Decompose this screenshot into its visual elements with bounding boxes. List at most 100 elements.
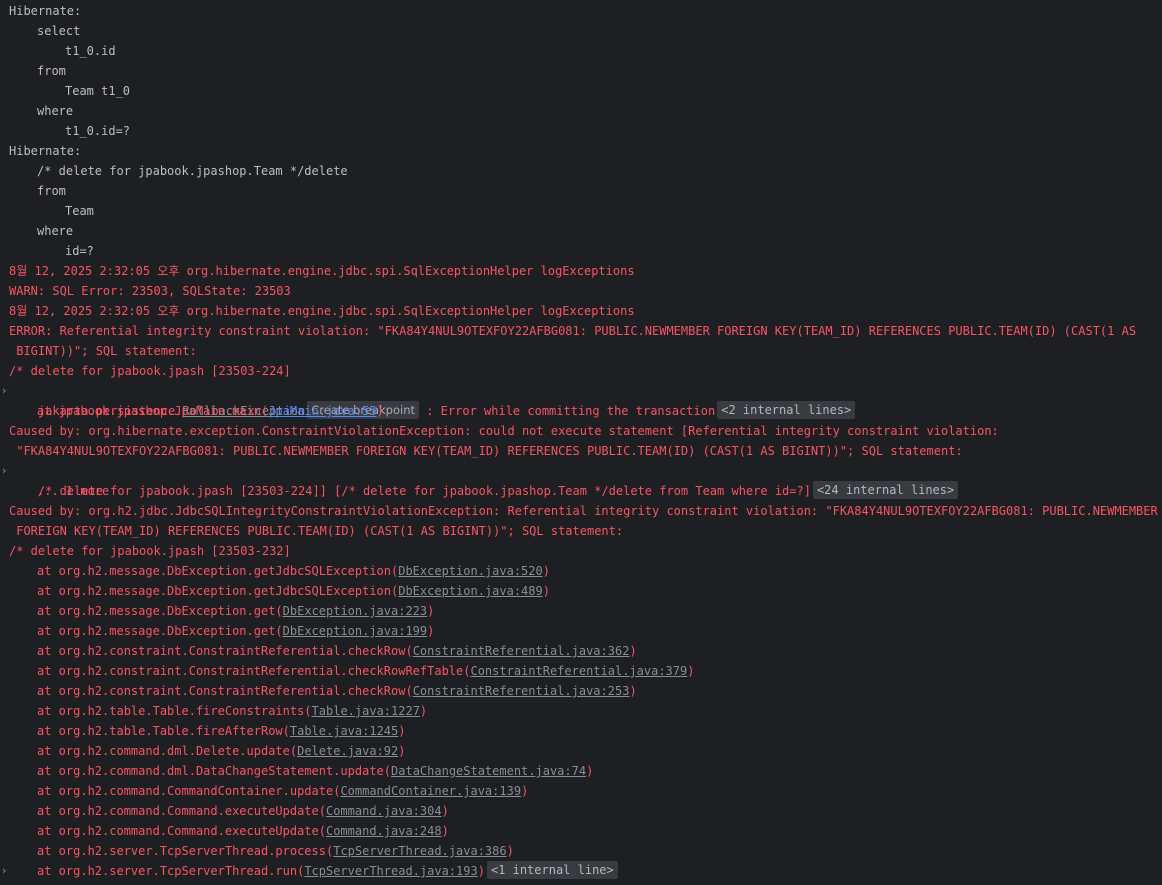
stack-frame-text: at org.h2.table.Table.fireAfterRow(: [37, 724, 290, 738]
source-link[interactable]: Command.java:248: [326, 824, 442, 838]
console-line: where: [37, 224, 74, 238]
stack-frame: › at org.h2.server.TcpServerThread.run(Tc…: [0, 861, 1162, 881]
console-line: Team t1_0: [65, 84, 131, 98]
log-error-line: BIGINT))"; SQL statement:: [9, 344, 197, 358]
stack-frame-paren: ): [687, 664, 695, 678]
stack-frame-text: at org.h2.message.DbException.getJdbcSQL…: [37, 564, 399, 578]
chevron-right-icon[interactable]: ›: [0, 461, 8, 481]
stack-frame: at org.h2.message.DbException.getJdbcSQL…: [0, 561, 1162, 581]
stack-frame-paren: ): [542, 584, 550, 598]
stack-frame-text: at org.h2.constraint.ConstraintReferenti…: [37, 644, 413, 658]
stack-frame-text: at org.h2.command.dml.DataChangeStatemen…: [37, 764, 392, 778]
stack-frame-text: at org.h2.table.Table.fireConstraints(: [37, 704, 312, 718]
stack-frame-text: at org.h2.server.TcpServerThread.process…: [37, 844, 334, 858]
log-header-line: 8월 12, 2025 2:32:05 오후 org.hibernate.eng…: [9, 264, 635, 278]
stack-frame: at org.h2.command.dml.Delete.update(Dele…: [0, 741, 1162, 761]
stack-frame-paren: ): [398, 744, 406, 758]
source-link[interactable]: JpaMain.java:55: [268, 404, 376, 418]
stack-frame-paren: ): [542, 564, 550, 578]
stack-frame: at org.h2.constraint.ConstraintReferenti…: [0, 681, 1162, 701]
stack-frame-text: at org.h2.constraint.ConstraintReferenti…: [37, 664, 471, 678]
source-link[interactable]: TcpServerThread.java:193: [304, 864, 477, 878]
source-link[interactable]: DbException.java:489: [398, 584, 543, 598]
stack-frame-text: at org.h2.constraint.ConstraintReferenti…: [37, 684, 413, 698]
stack-frame-text: at org.h2.command.CommandContainer.updat…: [37, 784, 341, 798]
stack-frame-paren: ): [521, 784, 529, 798]
caused-by-line: "FKA84Y4NUL9OTEXFOY22AFBG081: PUBLIC.NEW…: [9, 444, 963, 458]
stack-frame: at org.h2.table.Table.fireConstraints(Ta…: [0, 701, 1162, 721]
stack-frame-text: at jpabook.jpashop.JpaMain.main(: [37, 404, 269, 418]
stack-frame-text: at org.h2.command.dml.Delete.update(: [37, 744, 298, 758]
console-line: Team: [65, 204, 94, 218]
stack-frame: at org.h2.command.CommandContainer.updat…: [0, 781, 1162, 801]
console-line: t1_0.id: [65, 44, 116, 58]
caused-by-line: Caused by: org.hibernate.exception.Const…: [9, 424, 999, 438]
chevron-right-icon[interactable]: ›: [0, 381, 8, 401]
stack-frame: at org.h2.message.DbException.getJdbcSQL…: [0, 581, 1162, 601]
console-line: id=?: [65, 244, 94, 258]
chevron-right-icon[interactable]: ›: [0, 861, 8, 881]
source-link[interactable]: DataChangeStatement.java:74: [391, 764, 586, 778]
console-line: from: [37, 184, 66, 198]
stack-frame: at org.h2.command.Command.executeUpdate(…: [0, 801, 1162, 821]
source-link[interactable]: Command.java:304: [326, 804, 442, 818]
stack-frame-text: at org.h2.message.DbException.getJdbcSQL…: [37, 584, 399, 598]
stack-frame: at org.h2.command.Command.executeUpdate(…: [0, 821, 1162, 841]
log-error-line: ERROR: Referential integrity constraint …: [9, 324, 1137, 338]
source-link[interactable]: Table.java:1245: [290, 724, 398, 738]
log-warn-line: WARN: SQL Error: 23503, SQLState: 23503: [9, 284, 291, 298]
stack-frame-text: at org.h2.server.TcpServerThread.run(: [37, 864, 305, 878]
source-link[interactable]: ConstraintReferential.java:379: [470, 664, 687, 678]
stack-frame: at org.h2.message.DbException.get(DbExce…: [0, 601, 1162, 621]
stack-frame: at org.h2.table.Table.fireAfterRow(Table…: [0, 721, 1162, 741]
source-link[interactable]: DbException.java:520: [398, 564, 543, 578]
console-line: select: [37, 24, 81, 38]
source-link[interactable]: CommandContainer.java:139: [340, 784, 521, 798]
stack-frame: at jpabook.jpashop.JpaMain.main(JpaMain.…: [0, 401, 1162, 421]
stack-frame-paren: ): [427, 624, 435, 638]
console-line: t1_0.id=?: [65, 124, 131, 138]
internal-lines-toggle[interactable]: <1 internal line>: [486, 861, 618, 879]
stack-frame-paren: ): [629, 684, 637, 698]
stack-frame-paren: ): [441, 804, 449, 818]
source-link[interactable]: Table.java:1227: [312, 704, 420, 718]
stack-frame: at org.h2.constraint.ConstraintReferenti…: [0, 661, 1162, 681]
source-link[interactable]: Delete.java:92: [297, 744, 398, 758]
stack-frame: at org.h2.command.dml.DataChangeStatemen…: [0, 761, 1162, 781]
caused-by-line: ›/* delete for jpabook.jpash [23503-224]…: [0, 461, 1162, 499]
log-error-line: /* delete for jpabook.jpash [23503-224]: [9, 364, 291, 378]
source-link[interactable]: DbException.java:223: [283, 604, 428, 618]
caused-by-line: FOREIGN KEY(TEAM_ID) REFERENCES PUBLIC.T…: [9, 524, 624, 538]
stack-frame-paren: ): [398, 724, 406, 738]
console-line: /* delete for jpabook.jpashop.Team */del…: [37, 164, 348, 178]
stack-frame-text: at org.h2.message.DbException.get(: [37, 604, 283, 618]
stack-frame-paren: ): [419, 704, 428, 718]
source-link[interactable]: DbException.java:199: [283, 624, 428, 638]
console-line: Hibernate:: [9, 4, 82, 18]
stack-frame-text: at org.h2.message.DbException.get(: [37, 624, 283, 638]
source-link[interactable]: ConstraintReferential.java:253: [413, 684, 630, 698]
stack-frame-text: at org.h2.command.Command.executeUpdate(: [37, 804, 326, 818]
more-line: ... 1 more: [37, 484, 110, 498]
stack-frame: at org.h2.server.TcpServerThread.process…: [0, 841, 1162, 861]
stack-frame-paren: ): [477, 864, 485, 878]
stack-frame-paren: ): [629, 644, 637, 658]
stack-frame: at org.h2.message.DbException.get(DbExce…: [0, 621, 1162, 641]
console-line: from: [37, 64, 66, 78]
stack-frame-paren: ): [441, 824, 449, 838]
console-line: Hibernate:: [9, 144, 82, 158]
source-link[interactable]: ConstraintReferential.java:362: [413, 644, 630, 658]
source-link[interactable]: TcpServerThread.java:386: [333, 844, 506, 858]
caused-by-line: Caused by: org.h2.jdbc.JdbcSQLIntegrityC…: [9, 504, 1158, 518]
stack-frame: at org.h2.constraint.ConstraintReferenti…: [0, 641, 1162, 661]
stack-frame-paren: ): [506, 844, 514, 858]
stack-frame-paren: ): [376, 404, 384, 418]
stack-frame-paren: ): [586, 764, 594, 778]
run-console-output[interactable]: Hibernate: select t1_0.id from Team t1_0…: [0, 1, 1162, 881]
log-header-line: 8월 12, 2025 2:32:05 오후 org.hibernate.eng…: [9, 304, 635, 318]
exception-line: › jakarta.persistence.RollbackException Cr…: [0, 381, 1162, 419]
stack-frame-text: at org.h2.command.Command.executeUpdate(: [37, 824, 326, 838]
caused-by-line: /* delete for jpabook.jpash [23503-232]: [9, 544, 291, 558]
stack-frame-paren: ): [427, 604, 435, 618]
console-line: where: [37, 104, 74, 118]
